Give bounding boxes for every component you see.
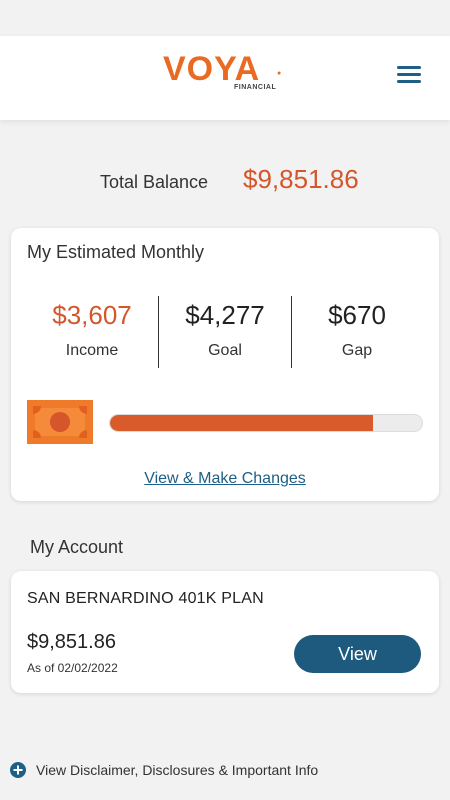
account-card: SAN BERNARDINO 401K PLAN $9,851.86 As of…	[11, 571, 439, 693]
estimated-monthly-title: My Estimated Monthly	[27, 242, 205, 262]
gap-label: Gap	[341, 342, 373, 359]
money-bill-icon	[27, 400, 93, 444]
income-metric: $3,607 Income	[26, 300, 158, 360]
my-account-title: My Account	[30, 537, 124, 557]
logo-dot-icon: ●	[277, 70, 282, 77]
status-bar	[0, 0, 450, 36]
disclaimer-label: View Disclaimer, Disclosures & Important…	[36, 762, 319, 778]
hamburger-menu-icon[interactable]	[395, 60, 425, 90]
plan-name: SAN BERNARDINO 401K PLAN	[27, 590, 264, 607]
goal-value: $4,277	[185, 300, 265, 330]
view-make-changes-link[interactable]: View & Make Changes	[11, 470, 439, 488]
estimated-monthly-card: My Estimated Monthly $3,607 Income $4,27…	[11, 228, 439, 501]
view-account-button[interactable]: View	[294, 635, 421, 673]
gap-value: $670	[328, 300, 386, 330]
goal-metric: $4,277 Goal	[159, 300, 291, 360]
total-balance-value: $9,851.86	[243, 164, 359, 194]
income-label: Income	[65, 342, 119, 359]
total-balance: Total Balance $9,851.86	[0, 160, 450, 200]
total-balance-label: Total Balance	[100, 172, 209, 192]
goal-label: Goal	[208, 342, 242, 359]
income-value: $3,607	[52, 300, 132, 330]
voya-logo: VOYA ● FINANCIAL	[163, 50, 287, 96]
account-as-of-date: As of 02/02/2022	[27, 661, 118, 675]
gap-metric: $670 Gap	[291, 300, 423, 360]
app-header: VOYA ● FINANCIAL	[0, 36, 450, 120]
account-balance: $9,851.86	[27, 631, 116, 653]
progress-fill	[110, 415, 374, 431]
plus-circle-icon	[10, 762, 26, 778]
logo-subtext: FINANCIAL	[234, 84, 277, 91]
income-goal-progress-bar	[109, 414, 423, 432]
